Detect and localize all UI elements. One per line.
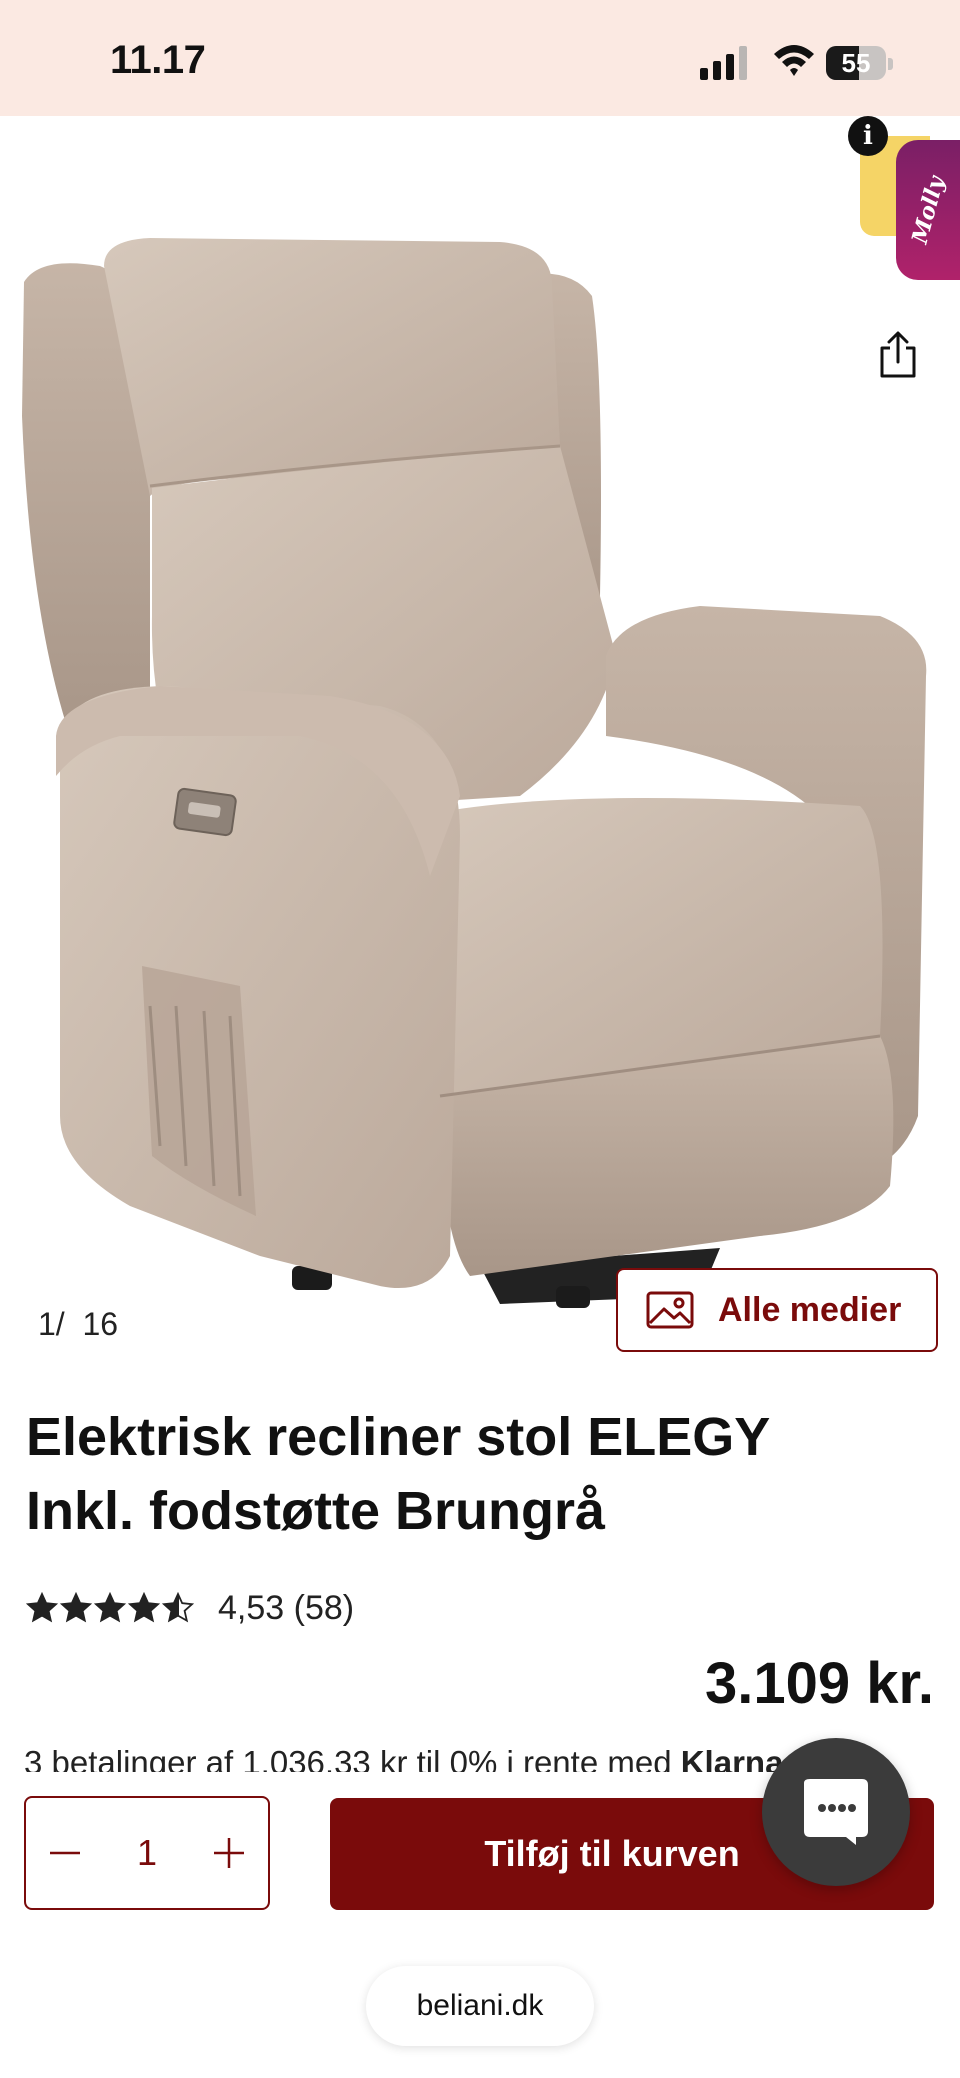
battery-tip <box>888 58 893 70</box>
rating-row[interactable]: 4,53 (58) <box>26 1584 354 1632</box>
image-counter: 1/ 16 <box>38 1306 118 1343</box>
image-gallery-icon <box>646 1291 694 1329</box>
image-counter-separator: / <box>55 1306 65 1342</box>
product-image[interactable] <box>0 116 960 1326</box>
image-counter-current: 1 <box>38 1306 56 1342</box>
chat-bubble-icon <box>804 1779 868 1845</box>
rating-text: 4,53 (58) <box>218 1588 355 1627</box>
wifi-icon <box>774 45 814 76</box>
minus-icon <box>50 1851 80 1855</box>
chat-button[interactable] <box>762 1738 910 1886</box>
star-icon <box>94 1592 126 1623</box>
battery-icon: 55 <box>826 46 894 82</box>
product-title-line2: Inkl. fodstøtte Brungrå <box>26 1481 605 1541</box>
quantity-increase-button[interactable] <box>194 1798 264 1908</box>
all-media-button[interactable]: Alle medier <box>616 1268 938 1352</box>
star-icon <box>162 1592 194 1623</box>
star-icon <box>128 1592 160 1623</box>
battery-body: 55 <box>826 46 886 80</box>
star-icon <box>26 1592 58 1623</box>
rating-stars <box>26 1592 194 1624</box>
product-price: 3.109 kr. <box>705 1651 934 1716</box>
signal-icon <box>700 46 747 80</box>
info-icon[interactable]: i <box>848 116 888 156</box>
assistant-label: Molly <box>906 173 950 247</box>
star-icon <box>60 1592 92 1623</box>
quantity-decrease-button[interactable] <box>30 1798 100 1908</box>
browser-url-bar[interactable]: beliani.dk <box>366 1966 594 2046</box>
share-icon[interactable] <box>876 330 920 380</box>
status-bar: 11.17 55 <box>0 0 960 116</box>
product-title: Elektrisk recliner stol ELEGY Inkl. fods… <box>26 1400 926 1548</box>
image-counter-total: 16 <box>82 1306 119 1342</box>
quantity-value[interactable]: 1 <box>96 1798 198 1908</box>
installments-info: 3 betalinger af 1.036,33 kr til 0% i ren… <box>24 1740 804 1772</box>
installments-text: 3 betalinger af 1.036,33 kr til 0% i ren… <box>24 1744 681 1772</box>
klarna-brand: Klarna <box>680 1744 784 1772</box>
status-time: 11.17 <box>110 38 206 82</box>
quantity-stepper[interactable]: 1 <box>24 1796 270 1910</box>
add-to-cart-label: Tilføj til kurven <box>484 1833 740 1874</box>
plus-icon <box>214 1838 244 1868</box>
battery-level: 55 <box>841 48 871 78</box>
product-title-line1: Elektrisk recliner stol ELEGY <box>26 1407 771 1467</box>
all-media-label: Alle medier <box>718 1290 902 1329</box>
